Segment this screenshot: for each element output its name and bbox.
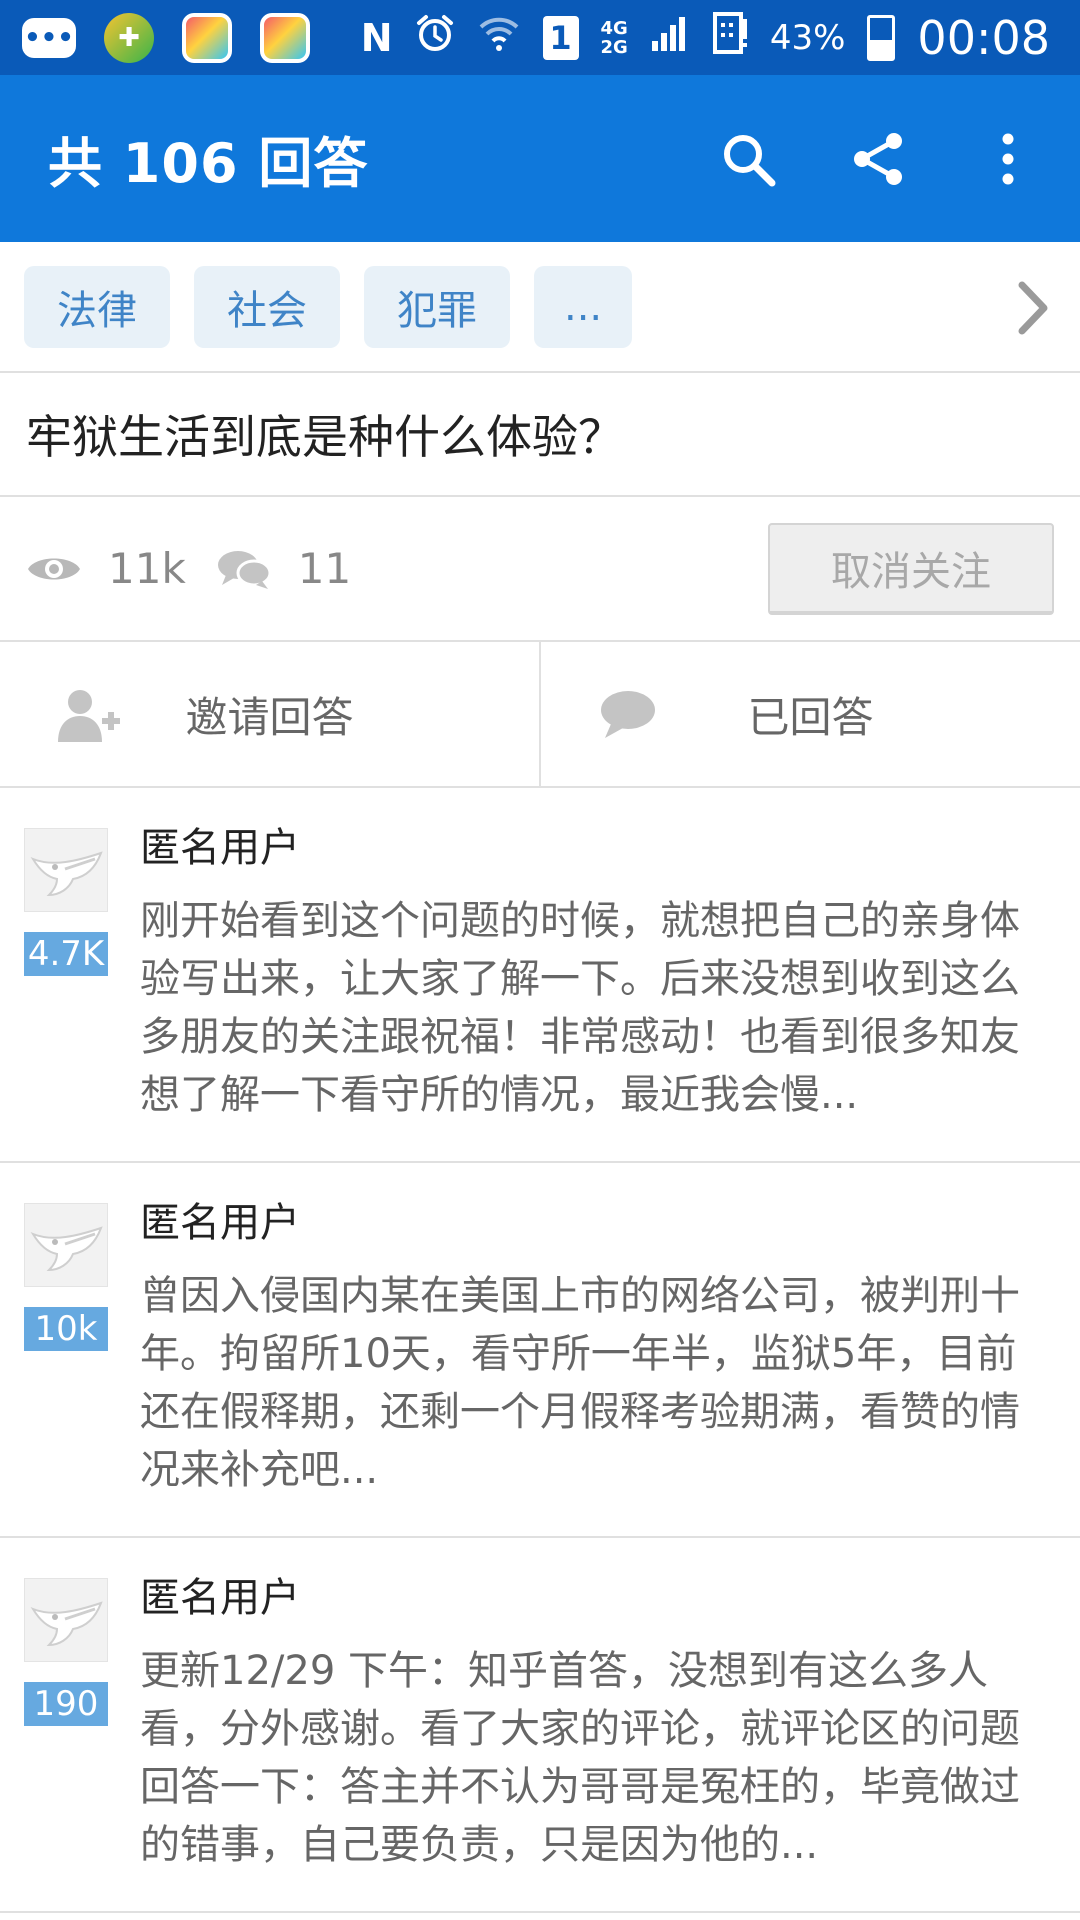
app-bar: 共 106 回答	[0, 75, 1080, 242]
comment-count[interactable]: 11	[216, 544, 351, 593]
comments-icon	[217, 550, 272, 589]
network-type-bottom: 2G	[600, 36, 628, 58]
alarm-icon	[415, 13, 455, 62]
signal-icon	[650, 13, 690, 62]
unfollow-button[interactable]: 取消关注	[768, 523, 1054, 615]
battery-percent: 43%	[769, 17, 846, 58]
comment-count-value: 11	[297, 544, 352, 593]
question-stats: 11k 11 取消关注	[0, 497, 1080, 642]
nfc-icon: N	[360, 15, 393, 60]
eye-icon	[28, 558, 80, 579]
clock: 00:08	[917, 10, 1050, 65]
add-user-icon	[58, 688, 122, 754]
answer-item[interactable]: 4.7K 匿名用户 刚开始看到这个问题的时候，就想把自己的亲身体验写出来，让大家…	[0, 788, 1080, 1163]
sim-slot-icon: 1	[542, 15, 579, 60]
more-icon[interactable]	[978, 129, 1038, 189]
answer-excerpt: 刚开始看到这个问题的时候，就想把自己的亲身体验写出来，让大家了解一下。后来没想到…	[140, 898, 1020, 1118]
answer-list: 4.7K 匿名用户 刚开始看到这个问题的时候，就想把自己的亲身体验写出来，让大家…	[0, 788, 1080, 1913]
vote-count-badge: 4.7K	[24, 932, 108, 976]
data-saver-icon	[712, 11, 748, 64]
avatar[interactable]	[24, 828, 108, 912]
game-icon: ✚	[104, 12, 154, 63]
search-icon[interactable]	[718, 129, 778, 189]
network-type: 4G 2G	[601, 19, 628, 57]
anonymous-avatar-icon	[30, 1226, 103, 1272]
battery-fill	[870, 40, 893, 58]
answer-item[interactable]: 190 匿名用户 更新12/29 下午：知乎首答，没想到有这么多人看，分外感谢。…	[0, 1538, 1080, 1913]
anonymous-avatar-icon	[30, 851, 103, 897]
question-actions: 邀请回答 已回答	[0, 642, 1080, 788]
answer-count-title: 共 106 回答	[48, 132, 369, 195]
view-count: 11k	[26, 544, 186, 593]
answer-author: 匿名用户	[140, 1575, 300, 1621]
wifi-icon	[477, 13, 521, 62]
app-icon	[260, 12, 310, 63]
notification-icons: ••• ✚	[22, 12, 310, 63]
tag-crime[interactable]: 犯罪	[364, 265, 510, 348]
answer-item[interactable]: 10k 匿名用户 曾因入侵国内某在美国上市的网络公司，被判刑十年。拘留所10天，…	[0, 1163, 1080, 1538]
anonymous-avatar-icon	[30, 1601, 103, 1647]
view-count-value: 11k	[108, 544, 186, 593]
tag-more[interactable]: ...	[534, 265, 633, 348]
share-icon[interactable]	[848, 129, 908, 189]
question-title: 牢狱生活到底是种什么体验？	[0, 373, 1080, 497]
vote-count-badge: 10k	[24, 1307, 108, 1351]
vote-count-badge: 190	[24, 1682, 108, 1726]
answer-excerpt: 更新12/29 下午：知乎首答，没想到有这么多人看，分外感谢。看了大家的评论，就…	[140, 1648, 1020, 1868]
chevron-right-icon[interactable]	[1016, 242, 1050, 373]
invite-answer-button[interactable]: 邀请回答	[0, 642, 539, 786]
system-icons: N 1 4G 2G 43% 00:08	[361, 0, 1050, 75]
messages-icon: •••	[22, 17, 76, 58]
network-type-top: 4G	[600, 17, 628, 39]
app-icon	[182, 12, 232, 63]
avatar[interactable]	[24, 1203, 108, 1287]
comment-icon	[599, 688, 657, 752]
answer-excerpt: 曾因入侵国内某在美国上市的网络公司，被判刑十年。拘留所10天，看守所一年半，监狱…	[140, 1273, 1020, 1493]
tag-law[interactable]: 法律	[24, 265, 170, 348]
answer-author: 匿名用户	[140, 825, 300, 871]
answered-button[interactable]: 已回答	[539, 642, 1080, 786]
avatar[interactable]	[24, 1578, 108, 1662]
app-bar-actions	[718, 75, 1038, 242]
answer-author: 匿名用户	[140, 1200, 300, 1246]
topic-tags: 法律 社会 犯罪 ...	[0, 242, 1080, 373]
status-bar: ••• ✚ N 1 4G 2G 43% 00:08	[0, 0, 1080, 75]
tag-society[interactable]: 社会	[194, 265, 340, 348]
battery-icon	[867, 14, 896, 61]
